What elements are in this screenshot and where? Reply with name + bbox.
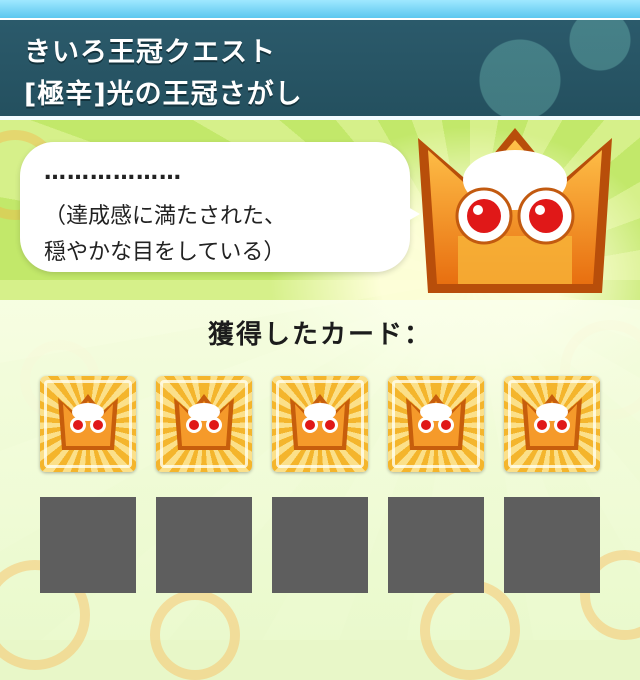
obtained-cards-label: 獲得したカード： <box>207 320 432 350</box>
empty-card-slot <box>504 497 600 593</box>
empty-card-slot <box>272 497 368 593</box>
obtained-card[interactable] <box>40 376 136 472</box>
dialogue-line-2: 穏やかな目をしている） <box>44 240 286 265</box>
yellow-crown-card-icon <box>290 394 350 450</box>
empty-card-slot <box>156 497 252 593</box>
yellow-crown-card-icon <box>174 394 234 450</box>
top-strip <box>0 0 640 20</box>
speech-bubble: ……………… （達成感に満たされた、 穏やかな目をしている） <box>20 142 410 272</box>
yellow-crown-card-icon <box>406 394 466 450</box>
empty-card-slot <box>40 497 136 593</box>
obtained-card[interactable] <box>504 376 600 472</box>
yellow-crown-card-icon <box>58 394 118 450</box>
obtained-card[interactable] <box>388 376 484 472</box>
dialogue-ellipsis: ……………… <box>44 160 182 185</box>
obtained-card[interactable] <box>156 376 252 472</box>
yellow-crown-card-icon <box>522 394 582 450</box>
quest-header: きいろ王冠クエスト [極辛]光の王冠さがし <box>0 20 640 120</box>
empty-card-slot <box>388 497 484 593</box>
crown-character-icon <box>418 128 612 293</box>
obtained-card[interactable] <box>272 376 368 472</box>
quest-subtitle: [極辛]光の王冠さがし <box>24 79 303 110</box>
dialogue-line-1: （達成感に満たされた、 <box>44 204 287 229</box>
quest-title: きいろ王冠クエスト <box>24 37 276 68</box>
